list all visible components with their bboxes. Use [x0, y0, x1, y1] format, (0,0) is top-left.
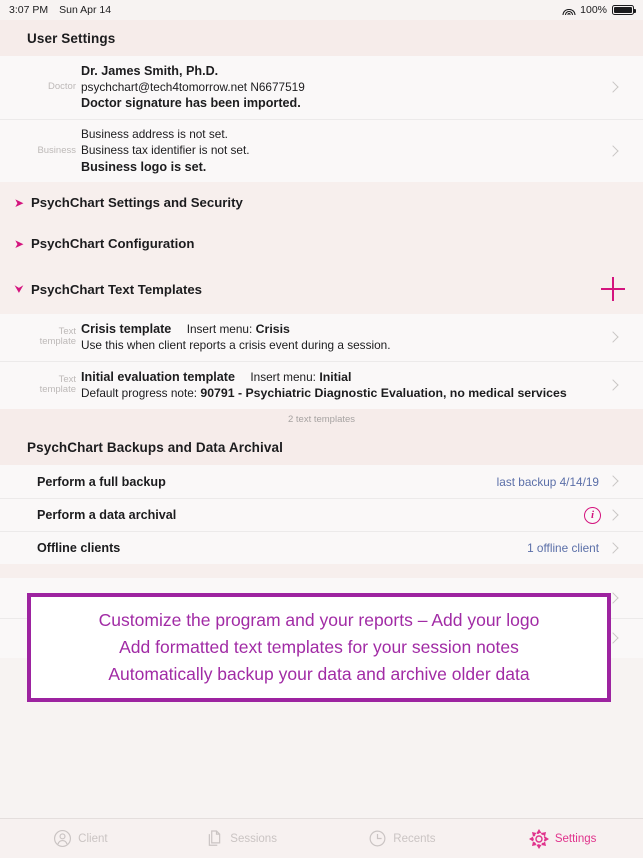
text-template-detail-value: Use this when client reports a crisis ev… — [81, 338, 391, 352]
callout-line: Automatically backup your data and archi… — [108, 663, 530, 684]
text-template-detail-label: Default progress note: — [81, 386, 198, 401]
offline-clients-count: 1 offline client — [527, 541, 599, 556]
text-template-title-line: Crisis template Insert menu: Crisis — [81, 321, 601, 338]
perform-full-backup-label: Perform a full backup — [37, 474, 166, 489]
text-template-row-label: Text template — [39, 326, 76, 348]
chevron-right-icon — [609, 475, 617, 488]
status-bar: 3:07 PM Sun Apr 14 100% — [0, 0, 643, 20]
section-title: PsychChart Text Templates — [31, 281, 203, 297]
business-tax-status: Business tax identifier is not set. — [81, 142, 250, 157]
section-settings-and-security[interactable]: ➤ PsychChart Settings and Security — [0, 182, 643, 224]
chevron-right-icon — [609, 542, 617, 555]
feature-callout: Customize the program and your reports –… — [27, 593, 611, 702]
business-settings-row[interactable]: Business Business address is not set. Bu… — [0, 119, 643, 183]
section-title: PsychChart Configuration — [31, 236, 195, 252]
disclosure-triangle-down-icon[interactable]: ⮟ — [12, 284, 26, 295]
tab-sessions[interactable]: Sessions — [161, 829, 322, 848]
status-bar-right: 100% — [562, 4, 636, 16]
section-configuration[interactable]: ➤ PsychChart Configuration — [0, 223, 643, 265]
callout-line: Add formatted text templates for your se… — [119, 637, 519, 658]
text-template-row-body: Initial evaluation template Insert menu:… — [81, 369, 601, 402]
battery-percent-label: 100% — [580, 4, 607, 16]
app-screen: 3:07 PM Sun Apr 14 100% User Settings Do… — [0, 0, 643, 858]
insert-menu-label: Insert menu: — [250, 369, 316, 384]
backups-header: PsychChart Backups and Data Archival — [0, 429, 643, 466]
perform-data-archival-label: Perform a data archival — [37, 508, 177, 523]
clock-icon — [368, 829, 387, 848]
perform-data-archival-row[interactable]: Perform a data archival i — [0, 498, 643, 532]
text-template-detail-value: 90791 - Psychiatric Diagnostic Evaluatio… — [200, 386, 567, 401]
section-title: PsychChart Settings and Security — [31, 195, 243, 211]
text-template-row[interactable]: Text template Initial evaluation templat… — [0, 360, 643, 410]
insert-menu-value: Crisis — [255, 322, 290, 337]
perform-full-backup-row[interactable]: Perform a full backup last backup 4/14/1… — [0, 465, 643, 499]
tab-bar: Client Sessions Recents Settings — [0, 818, 643, 858]
chevron-right-icon — [609, 509, 617, 522]
insert-menu-value: Initial — [319, 369, 352, 384]
status-bar-left: 3:07 PM Sun Apr 14 — [9, 4, 111, 16]
business-logo-status: Business logo is set. — [81, 159, 207, 174]
offline-clients-row[interactable]: Offline clients 1 offline client — [0, 531, 643, 565]
business-row-label: Business — [37, 144, 76, 156]
offline-clients-label: Offline clients — [37, 541, 121, 556]
backups-rows: Perform a full backup last backup 4/14/1… — [0, 465, 643, 565]
documents-icon — [205, 829, 224, 848]
tab-settings-label: Settings — [554, 832, 597, 845]
disclosure-triangle-right-icon[interactable]: ➤ — [12, 197, 26, 209]
settings-scroll-area[interactable]: User Settings Doctor Dr. James Smith, Ph… — [0, 20, 643, 818]
text-template-title-line: Initial evaluation template Insert menu:… — [81, 369, 601, 386]
chevron-right-icon — [609, 331, 617, 344]
text-template-row[interactable]: Text template Crisis template Insert men… — [0, 314, 643, 361]
callout-line: Customize the program and your reports –… — [98, 610, 540, 631]
doctor-row-label: Doctor — [48, 81, 76, 93]
disclosure-triangle-right-icon[interactable]: ➤ — [12, 238, 26, 250]
section-spacer — [0, 564, 643, 579]
doctor-settings-row[interactable]: Doctor Dr. James Smith, Ph.D. psychchart… — [0, 56, 643, 120]
text-template-row-body: Crisis template Insert menu: Crisis Use … — [81, 321, 601, 353]
tab-recents-label: Recents — [393, 832, 436, 845]
user-settings-rows: Doctor Dr. James Smith, Ph.D. psychchart… — [0, 56, 643, 183]
tab-settings[interactable]: Settings — [482, 828, 643, 849]
doctor-email-id: psychchart@tech4tomorrow.net N6677519 — [81, 79, 305, 94]
last-backup-value: last backup 4/14/19 — [496, 474, 599, 489]
text-template-detail-line: Use this when client reports a crisis ev… — [81, 338, 601, 354]
text-template-name: Initial evaluation template — [81, 369, 235, 384]
gear-icon — [528, 828, 549, 849]
business-row-body: Business address is not set. Business ta… — [81, 127, 601, 175]
business-address-status: Business address is not set. — [81, 127, 228, 142]
doctor-signature-status: Doctor signature has been imported. — [81, 96, 301, 111]
text-template-name: Crisis template — [81, 322, 172, 337]
doctor-row-body: Dr. James Smith, Ph.D. psychchart@tech4t… — [81, 63, 601, 112]
section-text-templates[interactable]: ⮟ PsychChart Text Templates — [0, 264, 643, 315]
text-template-rows: Text template Crisis template Insert men… — [0, 314, 643, 410]
wifi-icon — [562, 5, 576, 15]
insert-menu-label: Insert menu: — [186, 322, 253, 337]
doctor-name: Dr. James Smith, Ph.D. — [81, 64, 219, 78]
chevron-right-icon — [609, 145, 617, 158]
plus-icon[interactable] — [601, 277, 625, 302]
tab-client[interactable]: Client — [0, 829, 161, 848]
tab-recents[interactable]: Recents — [322, 829, 483, 848]
chevron-right-icon — [609, 379, 617, 392]
person-circle-icon — [53, 829, 72, 848]
battery-full-icon — [612, 4, 636, 16]
chevron-right-icon — [609, 81, 617, 94]
info-icon[interactable]: i — [584, 506, 601, 524]
status-date: Sun Apr 14 — [59, 4, 112, 16]
user-settings-header: User Settings — [0, 20, 643, 56]
text-template-detail-line: Default progress note: 90791 - Psychiatr… — [81, 385, 601, 402]
text-templates-footnote: 2 text templates — [0, 409, 643, 430]
tab-sessions-label: Sessions — [230, 832, 277, 845]
tab-client-label: Client — [78, 832, 108, 845]
text-template-row-label: Text template — [39, 373, 76, 396]
status-time: 3:07 PM — [9, 4, 49, 16]
